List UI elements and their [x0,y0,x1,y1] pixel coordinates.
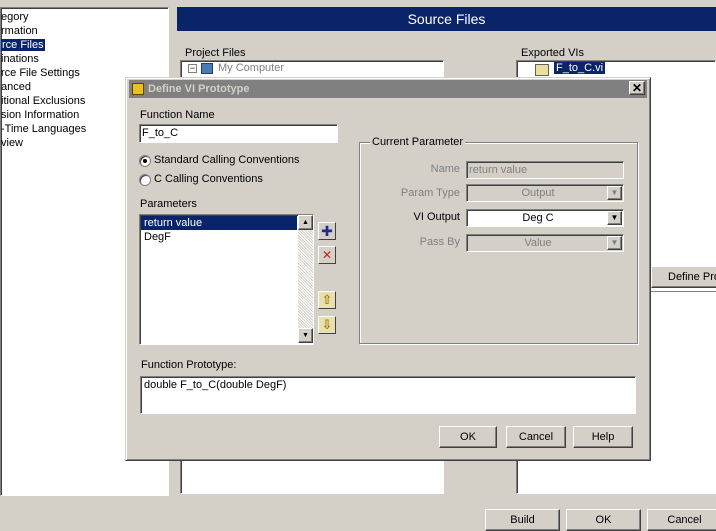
chevron-down-icon: ▼ [607,186,622,200]
param-type-select: Output ▼ [466,184,624,202]
chevron-down-icon: ▼ [607,236,622,250]
cancel-button[interactable]: Cancel [506,426,566,448]
help-button[interactable]: Help [573,426,633,448]
arrow-up-icon: ⇧ [321,292,333,307]
ok-button-label: OK [460,431,476,443]
dialog-titlebar[interactable]: Define VI Prototype ✕ [129,80,647,98]
ok-label: OK [595,514,612,526]
pass-by-label: Pass By [419,236,460,248]
c-conventions-radio-row[interactable]: C Calling Conventions [139,173,339,189]
parameter-item-degf[interactable]: DegF [141,230,297,244]
computer-icon [201,63,213,74]
function-prototype-display: double F_to_C(double DegF) [140,376,636,414]
standard-conventions-label: Standard Calling Conventions [154,154,300,166]
build-label: Build [510,514,535,526]
parameters-label: Parameters [140,198,197,210]
scroll-down-arrow-icon[interactable]: ▼ [298,328,313,343]
ok-button[interactable]: OK [439,426,497,448]
standard-conventions-radio[interactable] [139,155,151,167]
exported-vis-label: Exported VIs [521,47,584,59]
c-conventions-label: C Calling Conventions [154,173,263,185]
plus-icon: ✚ [321,222,333,239]
close-icon: ✕ [631,81,643,95]
divider [651,291,716,292]
define-prototype-label: Define Pro [668,271,716,283]
help-button-label: Help [591,431,615,443]
standard-conventions-radio-row[interactable]: Standard Calling Conventions [139,154,339,170]
pass-by-value: Value [524,237,552,249]
category-item[interactable]: egory [1,10,169,24]
dialog-title: Define VI Prototype [148,83,250,95]
move-down-button[interactable]: ⇩ [318,316,336,334]
vi-icon [535,64,549,76]
labview-icon [132,83,144,95]
remove-parameter-button[interactable]: ✕ [318,246,336,264]
c-conventions-radio[interactable] [139,174,151,186]
parameters-list[interactable]: return value DegF ▲ ▼ [139,214,314,345]
page-title: Source Files [407,11,486,27]
close-button[interactable]: ✕ [629,81,645,95]
page-header: Source Files [177,7,716,31]
pass-by-select: Value ▼ [466,234,624,252]
move-up-button[interactable]: ⇧ [318,291,336,309]
vi-output-value: Deg C [522,212,554,224]
add-parameter-button[interactable]: ✚ [318,222,336,240]
function-name-label: Function Name [140,109,215,121]
tree-item-my-computer[interactable]: My Computer [218,62,284,74]
project-files-label: Project Files [185,47,246,59]
function-prototype-label: Function Prototype: [141,359,237,371]
chevron-down-icon[interactable]: ▼ [607,211,622,225]
current-parameter-label: Current Parameter [370,136,466,148]
name-label: Name [430,163,460,175]
cancel-button-label: Cancel [518,431,554,443]
define-prototype-button[interactable]: Define Pro [651,266,716,288]
define-vi-prototype-dialog: Define VI Prototype ✕ Function Name F_to… [125,77,651,461]
vi-output-label: VI Output [413,211,460,223]
function-name-input[interactable]: F_to_C [139,124,338,143]
category-item[interactable]: inations [1,52,169,66]
delete-icon: ✕ [321,248,333,262]
vi-output-select[interactable]: Deg C ▼ [466,209,624,227]
param-type-label: Param Type [400,187,460,199]
scroll-up-arrow-icon[interactable]: ▲ [298,215,313,230]
arrow-down-icon: ⇩ [321,317,333,332]
category-item-source-files[interactable]: rce Files [1,38,169,52]
param-type-value: Output [521,187,555,199]
cancel-label: Cancel [667,514,702,526]
name-field: return value [466,161,624,179]
parameters-scrollbar[interactable]: ▲ ▼ [298,215,313,343]
category-item[interactable]: rmation [1,24,169,38]
exported-vi-item[interactable]: F_to_C.vi [554,62,606,74]
parameter-item-return-value[interactable]: return value [141,216,297,230]
collapse-icon[interactable]: − [188,64,197,73]
